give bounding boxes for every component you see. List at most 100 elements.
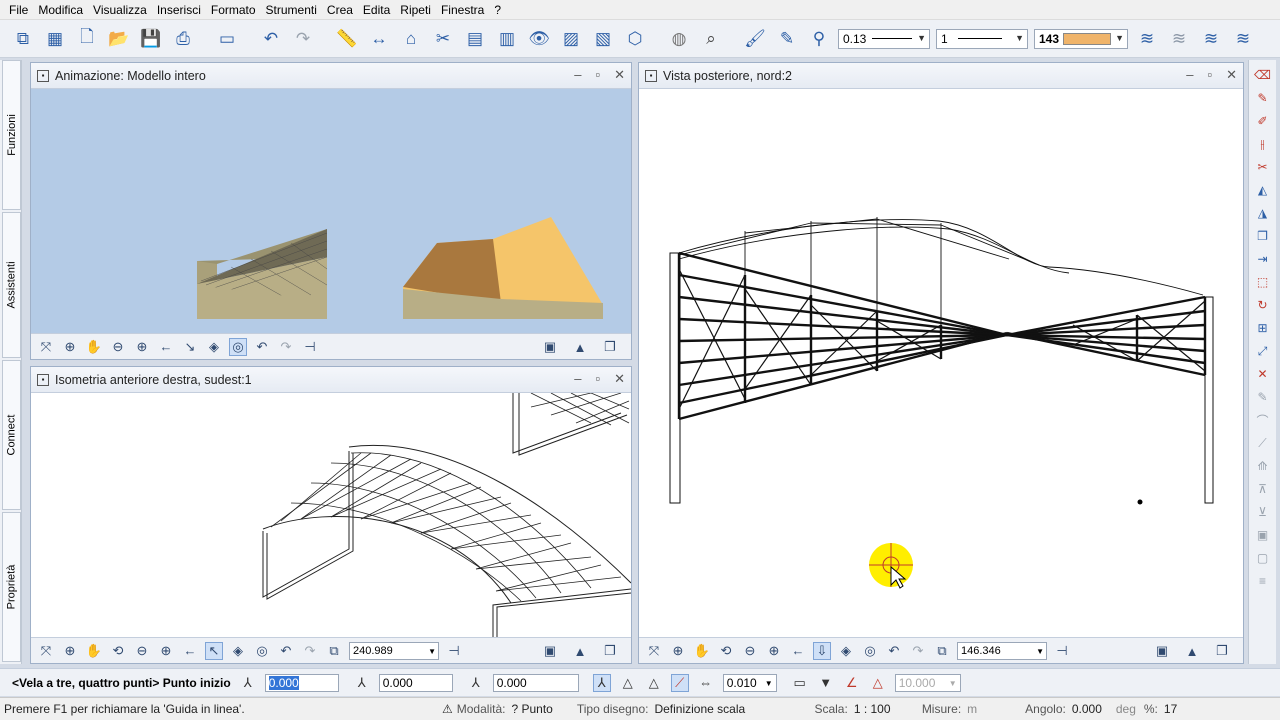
snap-mode-icon[interactable]: ⅄ [592, 673, 611, 692]
trim-icon[interactable]: ✂ [1254, 158, 1272, 176]
join-icon[interactable]: ⊻ [1254, 503, 1272, 521]
measure-icon[interactable]: 📏 [334, 26, 360, 52]
tools-icon[interactable]: ✂ [430, 26, 456, 52]
redo-view-icon[interactable]: ↷ [277, 338, 295, 356]
copy-view-icon[interactable]: ❐ [601, 338, 619, 356]
minimize-icon[interactable]: – [574, 67, 581, 83]
move-icon[interactable]: ⇥ [1254, 250, 1272, 268]
render-settings-icon[interactable]: ▣ [541, 338, 559, 356]
modify-icon[interactable]: ✎ [1254, 388, 1272, 406]
new-file-icon[interactable]: 🗋 [74, 26, 100, 52]
group-icon[interactable]: ▣ [1254, 526, 1272, 544]
menu-formato[interactable]: Formato [206, 3, 261, 17]
layers-more-icon[interactable]: ≋ [1230, 26, 1256, 52]
isometric-window[interactable]: ▪ Isometria anteriore destra, sudest:1 –… [30, 366, 632, 664]
pan-icon[interactable]: ✋ [85, 338, 103, 356]
redo-view-icon[interactable]: ↷ [301, 642, 319, 660]
triangles-icon[interactable]: ▲ [1183, 642, 1201, 660]
rear-view-window[interactable]: ▪ Vista posteriore, nord:2 – ▫ ✕ ⤧ ⊕ ✋ ⟲… [638, 62, 1244, 664]
view-icon[interactable]: 👁 [526, 26, 552, 52]
window-titlebar[interactable]: ▪ Vista posteriore, nord:2 – ▫ ✕ [639, 63, 1243, 89]
minimize-icon[interactable]: – [1186, 67, 1193, 83]
z-coordinate-input[interactable]: 0.000 [492, 673, 579, 692]
array-icon[interactable]: ⊞ [1254, 319, 1272, 337]
delete-icon[interactable]: ✕ [1254, 365, 1272, 383]
animation-window[interactable]: ▪ Animazione: Modello intero – ▫ ✕ ⤧ ⊕ ✋… [30, 62, 632, 360]
properties-icon[interactable]: ≡ [1254, 572, 1272, 590]
redo-icon[interactable]: ↷ [290, 26, 316, 52]
menu-inserisci[interactable]: Inserisci [152, 3, 206, 17]
render-settings-icon[interactable]: ▣ [1153, 642, 1171, 660]
delta-select[interactable]: 0.010 ▼ [722, 673, 777, 692]
chevron-down-icon[interactable]: ▼ [817, 674, 835, 692]
angle-input[interactable]: 10.000 ▼ [894, 673, 961, 692]
render-icon[interactable]: ◍ [666, 26, 692, 52]
window-titlebar[interactable]: ▪ Isometria anteriore destra, sudest:1 –… [31, 367, 631, 393]
menu-ripeti[interactable]: Ripeti [395, 3, 436, 17]
orbit-icon[interactable]: ◎ [861, 642, 879, 660]
camera-icon[interactable]: ◈ [205, 338, 223, 356]
pin-icon[interactable]: ⊣ [301, 338, 319, 356]
tab-assistenti[interactable]: Assistenti [2, 212, 21, 358]
menu-modifica[interactable]: Modifica [33, 3, 88, 17]
y-coordinate-input[interactable]: 0.000 [378, 673, 453, 692]
angle-value[interactable]: 0.000 [1072, 702, 1116, 716]
pencil-icon[interactable]: ✎ [1254, 89, 1272, 107]
layer-icon[interactable]: ▥ [494, 26, 520, 52]
section-icon[interactable]: ▧ [590, 26, 616, 52]
previous-view-icon[interactable]: ← [181, 642, 199, 660]
axis-x-icon[interactable]: ⅄ [239, 674, 257, 692]
camera-icon[interactable]: ◈ [837, 642, 855, 660]
split-icon[interactable]: ⫲ [1254, 135, 1272, 153]
tab-connect[interactable]: Connect [2, 360, 21, 510]
library-icon[interactable]: ▤ [462, 26, 488, 52]
rotate-icon[interactable]: ⟲ [717, 642, 735, 660]
eyedropper-icon[interactable]: ⚲ [806, 26, 832, 52]
window-titlebar[interactable]: ▪ Animazione: Modello intero – ▫ ✕ [31, 63, 631, 89]
zoom-value-select[interactable]: 146.346 ▼ [957, 641, 1047, 660]
pan-icon[interactable]: ✋ [693, 642, 711, 660]
zoom-value-select[interactable]: 240.989 ▼ [349, 641, 439, 660]
snap-center-icon[interactable]: △ [645, 674, 663, 692]
stretch-icon[interactable]: ⬚ [1254, 273, 1272, 291]
zoom-plus-icon[interactable]: ⊕ [157, 642, 175, 660]
palette-icon[interactable]: ▦ [42, 26, 68, 52]
copy-icon[interactable]: ❐ [1254, 227, 1272, 245]
menu-visualizza[interactable]: Visualizza [88, 3, 152, 17]
axis-y-icon[interactable]: ⅄ [353, 674, 371, 692]
fillet-icon[interactable]: ⌒ [1254, 411, 1272, 429]
triangles-icon[interactable]: ▲ [571, 338, 589, 356]
plan-icon[interactable]: ▨ [558, 26, 584, 52]
menu-file[interactable]: File [4, 3, 33, 17]
layout-icon[interactable]: ▭ [214, 26, 240, 52]
x-coordinate-input[interactable]: 0.000 [264, 673, 339, 692]
navigation-mode-icon[interactable]: ↖ [205, 641, 223, 660]
orbit-icon[interactable]: ◎ [253, 642, 271, 660]
scale-value[interactable]: 1 : 100 [854, 702, 922, 716]
drawing-type-value[interactable]: Definizione scala [654, 702, 814, 716]
zoom-scale-icon[interactable]: ⧉ [933, 642, 951, 660]
layers-filter-icon[interactable]: ≋ [1198, 26, 1224, 52]
measure-value[interactable]: m [967, 702, 1025, 716]
orbit-icon[interactable]: ↘ [181, 338, 199, 356]
previous-view-icon[interactable]: ← [157, 338, 175, 356]
maximize-icon[interactable]: ▫ [595, 371, 600, 387]
cube-icon[interactable]: ⬡ [622, 26, 648, 52]
zoom-in-icon[interactable]: ⊕ [61, 338, 79, 356]
zoom-out-icon[interactable]: ⊖ [133, 642, 151, 660]
copy-view-icon[interactable]: ❐ [1213, 642, 1231, 660]
triangles-icon[interactable]: ▲ [571, 642, 589, 660]
minimize-icon[interactable]: – [574, 371, 581, 387]
extend-icon[interactable]: ⊼ [1254, 480, 1272, 498]
undo-view-icon[interactable]: ↶ [885, 642, 903, 660]
delta-icon[interactable]: ⇔ [697, 674, 715, 692]
snap-point-icon[interactable]: △ [619, 674, 637, 692]
zoom-scale-icon[interactable]: ⧉ [325, 642, 343, 660]
scale-icon[interactable]: ⤢ [1254, 342, 1272, 360]
axis-z-icon[interactable]: ⅄ [467, 674, 485, 692]
menu-strumenti[interactable]: Strumenti [261, 3, 322, 17]
previous-view-icon[interactable]: ← [789, 642, 807, 660]
chamfer-icon[interactable]: ⟋ [1254, 434, 1272, 452]
snap-line-icon[interactable]: ⟋ [670, 673, 689, 692]
dimension-icon[interactable]: ↔ [366, 26, 392, 52]
